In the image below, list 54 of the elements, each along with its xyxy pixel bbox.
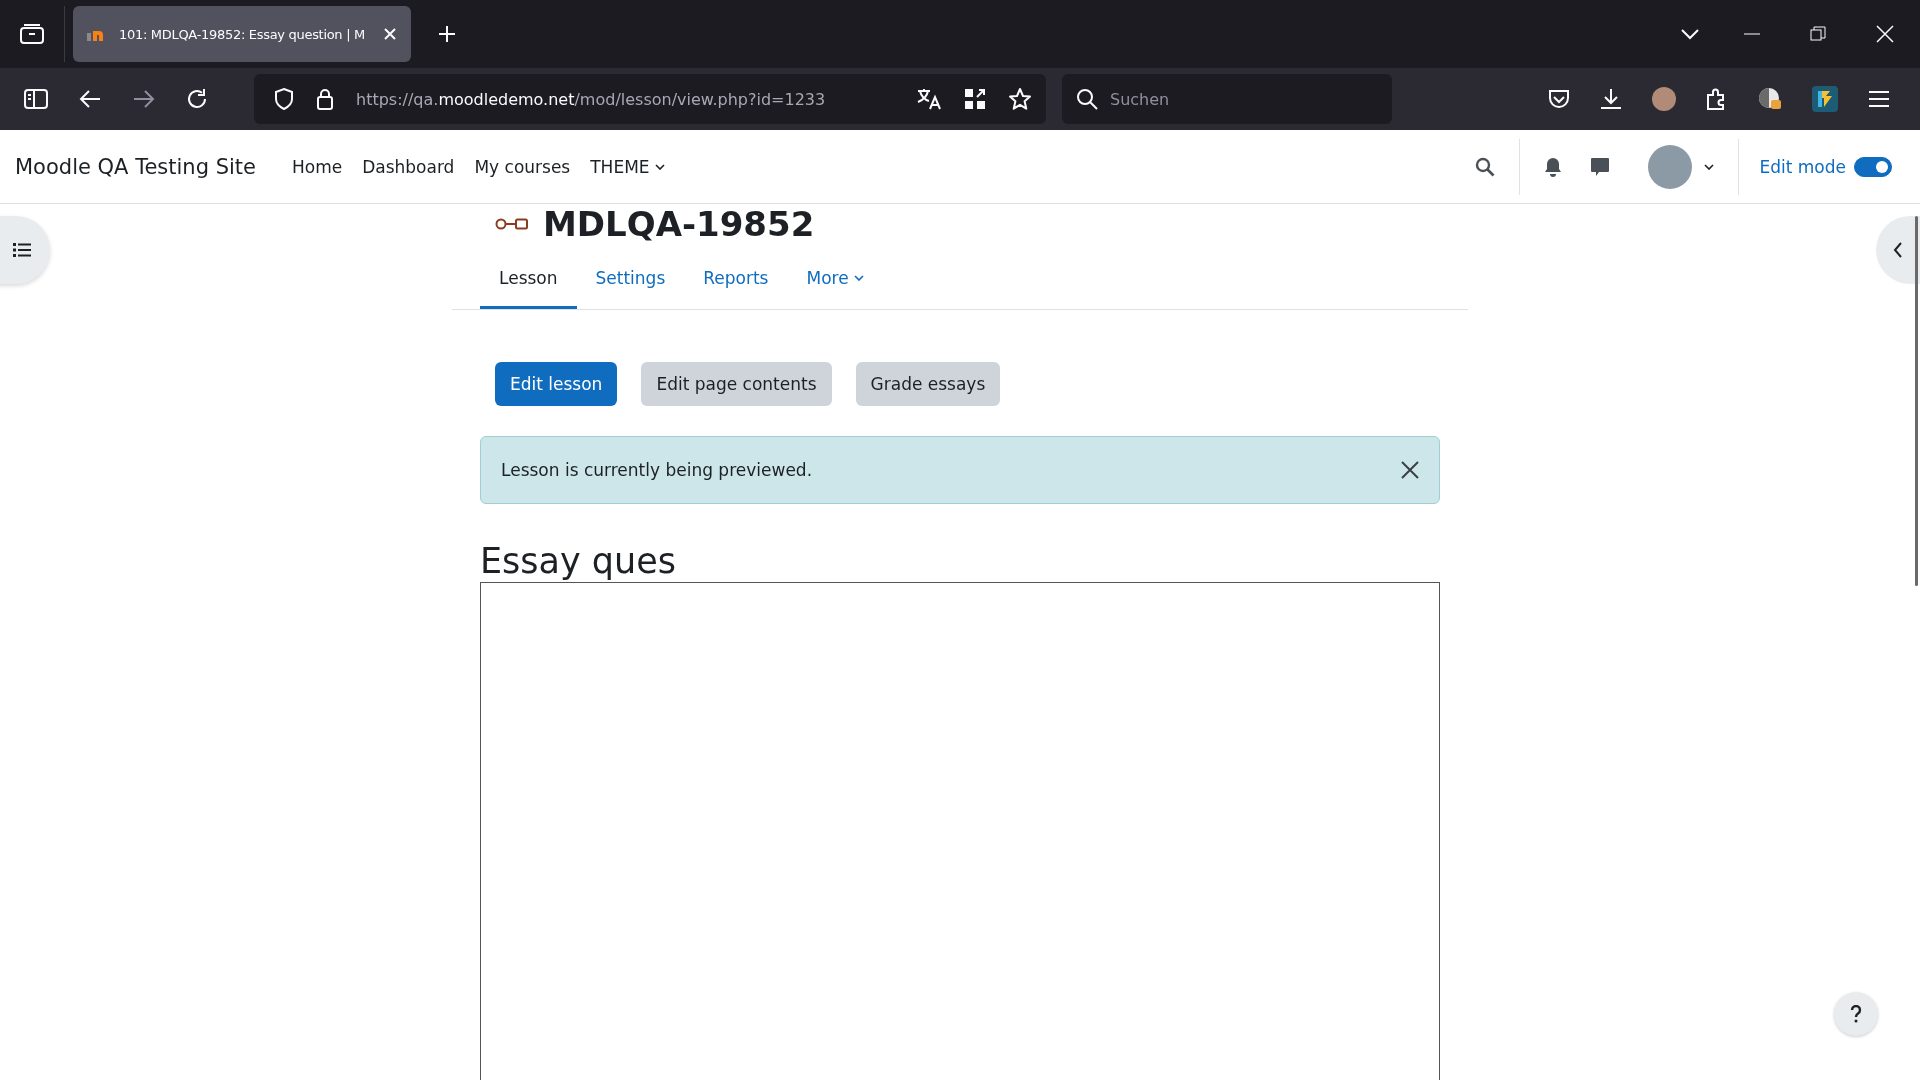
lesson-icon (495, 217, 529, 231)
list-icon (13, 243, 31, 257)
sidebar-icon[interactable] (24, 89, 48, 109)
plus-icon[interactable] (437, 24, 457, 44)
chevron-down-icon[interactable] (1680, 28, 1700, 40)
translate-icon[interactable] (916, 87, 942, 111)
pocket-icon[interactable] (1548, 89, 1570, 109)
lock-icon[interactable] (316, 87, 334, 111)
reload-icon[interactable] (186, 88, 208, 110)
primary-button[interactable]: Edit lesson (495, 362, 618, 406)
chevron-left-icon (1893, 242, 1903, 258)
nav-tab[interactable]: Settings (576, 250, 685, 309)
chat-icon[interactable] (1590, 156, 1611, 177)
site-name[interactable]: Moodle QA Testing Site (15, 154, 256, 179)
nav-tab[interactable]: Reports (684, 250, 788, 309)
course-index-toggle[interactable] (0, 216, 50, 284)
shield-icon[interactable] (274, 87, 294, 111)
question-title: Essay ques (480, 540, 678, 582)
forward-arrow-icon[interactable] (132, 89, 156, 109)
alert-message: Lesson is currently being previewed. (501, 460, 813, 480)
question-mark-icon (1850, 1005, 1862, 1023)
back-arrow-icon[interactable] (78, 89, 102, 109)
secondary-button[interactable]: Grade essays (855, 362, 1001, 406)
address-bar[interactable]: https://qa.moodledemo.net/mod/lesson/view.php?id=1233 (254, 74, 1046, 124)
search-field[interactable]: Suchen (1062, 74, 1392, 124)
help-button[interactable] (1834, 992, 1878, 1036)
browser-tab[interactable]: 101: MDLQA-19852: Essay question | M (73, 6, 411, 62)
bell-icon[interactable] (1544, 156, 1563, 177)
download-icon[interactable] (1600, 88, 1622, 110)
page-title: MDLQA-19852 (543, 204, 815, 244)
scrollbar[interactable] (1915, 216, 1918, 586)
url-text: https://qa.moodledemo.net/mod/lesson/view.php?id=1233 (356, 89, 826, 109)
nav-link[interactable]: Dashboard (352, 156, 465, 177)
nav-tab[interactable]: More (787, 250, 883, 309)
extension-icon[interactable] (1812, 86, 1838, 112)
nav-link[interactable]: Home (281, 156, 353, 177)
nav-link[interactable]: THEME (580, 156, 675, 177)
star-icon[interactable] (1008, 87, 1032, 111)
nav-tab[interactable]: Lesson (480, 250, 577, 309)
tab-title: 101: MDLQA-19852: Essay question | M (119, 26, 366, 42)
restore-icon[interactable] (1810, 26, 1826, 42)
extension-icon[interactable] (1758, 87, 1782, 111)
menu-icon[interactable] (1868, 90, 1890, 108)
caret-icon[interactable] (1704, 163, 1715, 170)
search-icon (1076, 88, 1098, 110)
account-avatar[interactable] (1652, 87, 1676, 111)
edit-mode-label[interactable]: Edit mode (1759, 156, 1846, 177)
close-icon[interactable] (1401, 461, 1419, 479)
nav-link[interactable]: My courses (464, 156, 581, 177)
grid-icon[interactable] (964, 88, 986, 110)
edit-mode-toggle[interactable] (1854, 156, 1892, 177)
search-icon[interactable] (1475, 156, 1496, 177)
block-drawer-toggle[interactable] (1876, 216, 1920, 284)
secondary-button[interactable]: Edit page contents (641, 362, 832, 406)
